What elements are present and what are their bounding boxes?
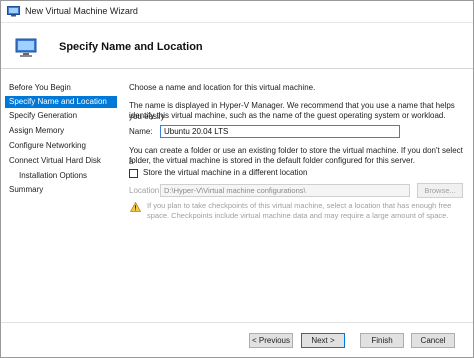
intro-text: Choose a name and location for this virt… — [129, 83, 316, 92]
description-text-line-2: identify this virtual machine, such as t… — [129, 111, 446, 120]
wizard-steps-nav: Before You Begin Specify Name and Locati… — [1, 70, 119, 322]
footer-divider — [1, 322, 473, 323]
checkpoint-warning: If you plan to take checkpoints of this … — [147, 201, 465, 221]
sidebar-item-specify-generation[interactable]: Specify Generation — [5, 110, 117, 122]
checkpoint-warning-line-1: If you plan to take checkpoints of this … — [147, 201, 452, 210]
location-input — [160, 184, 410, 197]
virtual-machine-icon — [15, 38, 37, 57]
page-title: Specify Name and Location — [59, 41, 203, 53]
location-label: Location: — [129, 186, 162, 195]
virtual-machine-icon — [7, 6, 20, 17]
wizard-content: Choose a name and location for this virt… — [127, 70, 467, 322]
store-different-location-label[interactable]: Store the virtual machine in a different… — [143, 168, 307, 177]
next-button[interactable]: Next > — [301, 333, 345, 348]
store-different-location-checkbox[interactable] — [129, 169, 138, 178]
sidebar-item-configure-networking[interactable]: Configure Networking — [5, 140, 117, 152]
finish-button[interactable]: Finish — [360, 333, 404, 348]
title-bar: New Virtual Machine Wizard — [1, 1, 473, 23]
wizard-header: Specify Name and Location — [1, 24, 473, 69]
window-title: New Virtual Machine Wizard — [25, 6, 138, 16]
sidebar-item-installation-options[interactable]: Installation Options — [5, 170, 117, 182]
sidebar-item-assign-memory[interactable]: Assign Memory — [5, 125, 117, 137]
checkpoint-warning-line-2: space. Checkpoints include virtual machi… — [147, 211, 449, 220]
warning-icon — [130, 202, 141, 212]
sidebar-item-summary[interactable]: Summary — [5, 184, 117, 196]
folder-text-line-2: folder, the virtual machine is stored in… — [129, 156, 415, 165]
sidebar-item-specify-name-and-location[interactable]: Specify Name and Location — [5, 96, 117, 108]
cancel-button[interactable]: Cancel — [411, 333, 455, 348]
previous-button[interactable]: < Previous — [249, 333, 293, 348]
name-input[interactable] — [160, 125, 400, 138]
name-label: Name: — [129, 127, 153, 136]
sidebar-item-connect-virtual-hard-disk[interactable]: Connect Virtual Hard Disk — [5, 155, 117, 167]
sidebar-item-before-you-begin[interactable]: Before You Begin — [5, 82, 117, 94]
browse-button: Browse... — [417, 183, 463, 198]
wizard-window: New Virtual Machine Wizard Specify Name … — [0, 0, 474, 358]
